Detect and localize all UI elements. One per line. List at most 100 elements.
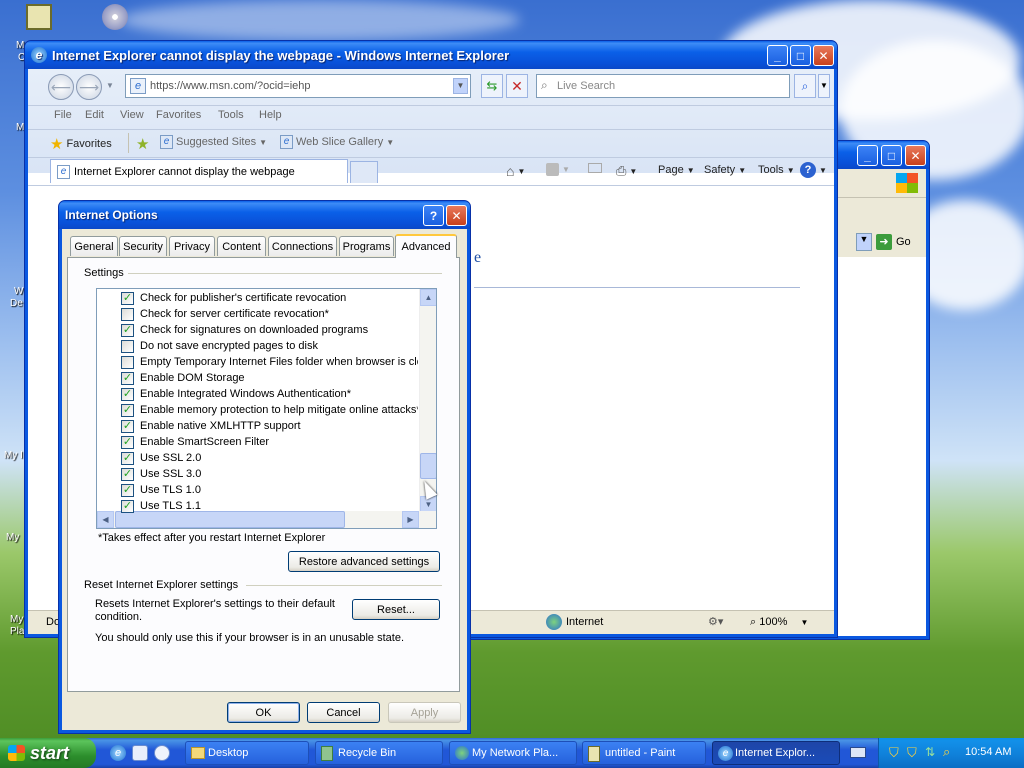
suggested-sites-link[interactable]: e Suggested Sites ▼ xyxy=(160,135,267,149)
checkbox-unchecked[interactable] xyxy=(121,339,134,353)
start-button[interactable]: start xyxy=(0,738,96,768)
search-options-icon[interactable]: ▼ xyxy=(818,74,830,98)
tools-menu[interactable]: Tools ▼ xyxy=(758,164,795,176)
checkbox-unchecked[interactable] xyxy=(121,307,134,321)
tab-advanced[interactable]: Advanced xyxy=(395,234,457,258)
ie-quicklaunch-icon[interactable]: e xyxy=(110,745,126,761)
scroll-thumb[interactable] xyxy=(420,453,436,479)
task-paint[interactable]: untitled - Paint xyxy=(582,741,706,765)
maximize-button[interactable]: □ xyxy=(790,45,811,66)
menu-help[interactable]: Help xyxy=(259,109,282,121)
checkbox-checked[interactable]: ✓ xyxy=(121,483,134,497)
menu-favorites[interactable]: Favorites xyxy=(156,109,201,121)
minimize-button[interactable]: _ xyxy=(767,45,788,66)
help-button[interactable]: ? xyxy=(423,205,444,226)
mail-button[interactable] xyxy=(588,163,602,173)
checkbox-checked[interactable]: ✓ xyxy=(121,451,134,465)
favorites-button[interactable]: ★ Favorites xyxy=(50,135,112,153)
setting-row[interactable]: ✓ Use SSL 3.0 xyxy=(121,466,201,482)
add-favorites-button[interactable]: ★ xyxy=(136,135,149,153)
tab-general[interactable]: General xyxy=(70,236,118,256)
safety-menu[interactable]: Safety ▼ xyxy=(704,164,746,176)
close-button[interactable]: ✕ xyxy=(905,145,926,166)
scroll-up-button[interactable]: ▲ xyxy=(420,289,436,306)
search-tray-icon[interactable]: ⌕ xyxy=(943,744,950,760)
keyboard-icon[interactable] xyxy=(850,747,866,758)
page-menu[interactable]: Page ▼ xyxy=(658,164,695,176)
setting-row[interactable]: ✓ Use TLS 1.0 xyxy=(121,482,201,498)
setting-row[interactable]: ✓ Enable DOM Storage xyxy=(121,370,245,386)
menu-edit[interactable]: Edit xyxy=(85,109,104,121)
desktop-icon-paint[interactable] xyxy=(26,4,52,30)
address-dropdown-icon[interactable]: ▼ xyxy=(453,78,468,94)
tab-privacy[interactable]: Privacy xyxy=(169,236,215,256)
task-recycle-bin[interactable]: Recycle Bin xyxy=(315,741,443,765)
checkbox-checked[interactable]: ✓ xyxy=(121,371,134,385)
help-button[interactable]: ? ▼ xyxy=(800,162,827,178)
media-player-quicklaunch-icon[interactable] xyxy=(154,745,170,761)
tab-connections[interactable]: Connections xyxy=(268,236,337,256)
tab-programs[interactable]: Programs xyxy=(339,236,394,256)
cancel-button[interactable]: Cancel xyxy=(307,702,380,723)
back-button[interactable]: ⟵ xyxy=(48,74,74,100)
restore-advanced-button[interactable]: Restore advanced settings xyxy=(288,551,440,572)
close-button[interactable]: ✕ xyxy=(446,205,467,226)
search-input[interactable]: ⌕ Live Search xyxy=(536,74,790,98)
security-shield-icon[interactable]: ⛉ xyxy=(907,745,917,761)
task-desktop[interactable]: Desktop xyxy=(185,741,309,765)
checkbox-checked[interactable]: ✓ xyxy=(121,387,134,401)
setting-row[interactable]: ✓ Enable Integrated Windows Authenticatio… xyxy=(121,386,351,402)
ok-button[interactable]: OK xyxy=(227,702,300,723)
protected-mode-icon[interactable]: ⚙▾ xyxy=(708,615,723,628)
setting-row[interactable]: ✓ Enable SmartScreen Filter xyxy=(121,434,269,450)
dropdown-button[interactable]: ▼ xyxy=(856,233,872,251)
vertical-scrollbar[interactable]: ▲ ▼ xyxy=(419,289,436,513)
network-tray-icon[interactable]: ⇅ xyxy=(925,745,935,759)
refresh-button[interactable]: ⇆ xyxy=(481,74,503,98)
search-button[interactable]: ⌕ xyxy=(794,74,816,98)
home-button[interactable]: ⌂ ▼ xyxy=(506,163,525,179)
setting-row[interactable]: ✓ Check for signatures on downloaded prog… xyxy=(121,322,368,338)
tab-content[interactable]: Content xyxy=(217,236,266,256)
print-button[interactable]: ⎙ ▼ xyxy=(616,163,637,179)
tab-security[interactable]: Security xyxy=(119,236,167,256)
setting-row[interactable]: Check for server certificate revocation* xyxy=(121,306,329,322)
history-dropdown-icon[interactable]: ▼ xyxy=(106,81,114,90)
stop-button[interactable]: ✕ xyxy=(506,74,528,98)
new-tab-button[interactable] xyxy=(350,161,378,183)
scroll-left-button[interactable]: ◀ xyxy=(97,511,114,528)
setting-row[interactable]: ✓ Enable native XMLHTTP support xyxy=(121,418,301,434)
close-button[interactable]: ✕ xyxy=(813,45,834,66)
menu-view[interactable]: View xyxy=(120,109,144,121)
zoom-control[interactable]: ⌕ 100% ▼ xyxy=(750,616,808,629)
checkbox-checked[interactable]: ✓ xyxy=(121,467,134,481)
clock[interactable]: 10:54 AM xyxy=(965,746,1011,758)
browser-tab[interactable]: e Internet Explorer cannot display the w… xyxy=(50,159,348,183)
go-button[interactable]: ➜ Go xyxy=(876,233,911,251)
checkbox-checked[interactable]: ✓ xyxy=(121,419,134,433)
checkbox-checked[interactable]: ✓ xyxy=(121,499,134,513)
maximize-button[interactable]: □ xyxy=(881,145,902,166)
setting-row[interactable]: ✓ Use SSL 2.0 xyxy=(121,450,201,466)
minimize-button[interactable]: _ xyxy=(857,145,878,166)
checkbox-checked[interactable]: ✓ xyxy=(121,435,134,449)
apply-button[interactable]: Apply xyxy=(388,702,461,723)
task-network-places[interactable]: My Network Pla... xyxy=(449,741,577,765)
address-bar[interactable]: e https://www.msn.com/?ocid=iehp ▼ xyxy=(125,74,471,98)
checkbox-checked[interactable]: ✓ xyxy=(121,323,134,337)
desktop-icon-cd[interactable] xyxy=(102,4,128,30)
setting-row[interactable]: ✓ Use TLS 1.1 xyxy=(121,498,201,514)
reset-button[interactable]: Reset... xyxy=(352,599,440,620)
checkbox-checked[interactable]: ✓ xyxy=(121,403,134,417)
scroll-right-button[interactable]: ▶ xyxy=(402,511,419,528)
setting-row[interactable]: Do not save encrypted pages to disk xyxy=(121,338,318,354)
web-slice-link[interactable]: e Web Slice Gallery ▼ xyxy=(280,135,394,149)
feeds-button[interactable]: ▼ xyxy=(546,163,570,176)
outlook-quicklaunch-icon[interactable] xyxy=(132,745,148,761)
menu-tools[interactable]: Tools xyxy=(218,109,244,121)
setting-row[interactable]: Empty Temporary Internet Files folder wh… xyxy=(121,354,418,370)
forward-button[interactable]: ⟶ xyxy=(76,74,102,100)
menu-file[interactable]: File xyxy=(54,109,72,121)
checkbox-unchecked[interactable] xyxy=(121,355,134,369)
shield-icon[interactable]: ⛉ xyxy=(889,745,899,761)
